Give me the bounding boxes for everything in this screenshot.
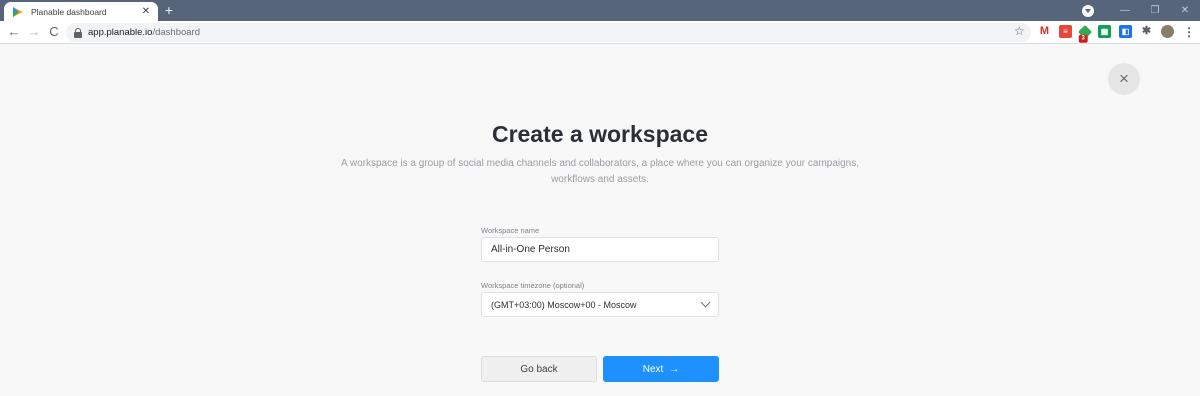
forward-arrow-icon[interactable]: →: [24, 22, 44, 42]
reload-icon[interactable]: C: [44, 22, 64, 42]
next-button[interactable]: Next →: [603, 356, 719, 382]
extension-badge: 3: [1078, 34, 1088, 43]
window-controls: — ❐ ✕: [1082, 0, 1200, 21]
page-title: Create a workspace: [491, 121, 709, 147]
bookmark-star-icon[interactable]: ☆: [1014, 24, 1025, 38]
restore-button[interactable]: ❐: [1140, 5, 1170, 16]
workspace-name-label: Workspace name: [481, 226, 540, 235]
lock-icon[interactable]: [74, 27, 82, 38]
sheets-extension-icon[interactable]: ▦: [1098, 25, 1111, 38]
extensions-area: M ≡ 3 ▦ ◧ ✱: [1038, 24, 1174, 43]
tab-close-icon[interactable]: ✕: [140, 6, 152, 18]
address-bar[interactable]: app.planable.io /dashboard: [66, 23, 1031, 42]
back-arrow-icon[interactable]: ←: [4, 22, 24, 42]
profile-menu-icon[interactable]: [1082, 4, 1094, 17]
browser-tab[interactable]: Planable dashboard ✕: [4, 2, 158, 21]
browser-titlebar: Planable dashboard ✕ + — ❐ ✕: [0, 0, 1200, 21]
blue-extension-icon[interactable]: ◧: [1119, 25, 1132, 38]
timezone-label: Workspace timezone (optional): [481, 281, 585, 290]
puzzle-extensions-icon[interactable]: ✱: [1140, 25, 1153, 38]
avatar[interactable]: [1161, 25, 1174, 38]
next-label: Next: [642, 363, 664, 375]
planable-logo-icon: [13, 6, 23, 17]
timezone-select[interactable]: (GMT+03:00) Moscow+00 - Moscow: [481, 292, 719, 317]
url-host: app.planable.io: [88, 27, 153, 38]
new-tab-button[interactable]: +: [162, 3, 176, 17]
green-extension-icon[interactable]: 3: [1077, 24, 1093, 43]
go-back-button[interactable]: Go back: [481, 356, 597, 382]
red-extension-icon[interactable]: ≡: [1059, 25, 1072, 38]
close-icon[interactable]: ×: [1108, 63, 1140, 95]
timezone-value: (GMT+03:00) Moscow+00 - Moscow: [491, 299, 637, 310]
go-back-label: Go back: [520, 363, 558, 375]
gmail-extension-icon[interactable]: M: [1038, 25, 1051, 38]
url-path: /dashboard: [152, 27, 200, 38]
close-window-button[interactable]: ✕: [1170, 5, 1200, 16]
workspace-name-input[interactable]: [481, 237, 719, 262]
chevron-down-icon: [700, 297, 711, 308]
page-subtitle: A workspace is a group of social media c…: [340, 158, 860, 185]
tab-title: Planable dashboard: [31, 6, 107, 17]
arrow-right-icon: →: [669, 363, 680, 375]
browser-menu-icon[interactable]: ⋮: [1183, 25, 1195, 39]
minimize-button[interactable]: —: [1110, 5, 1140, 16]
browser-toolbar: ← → C app.planable.io /dashboard ☆ M ≡ 3…: [0, 21, 1200, 44]
